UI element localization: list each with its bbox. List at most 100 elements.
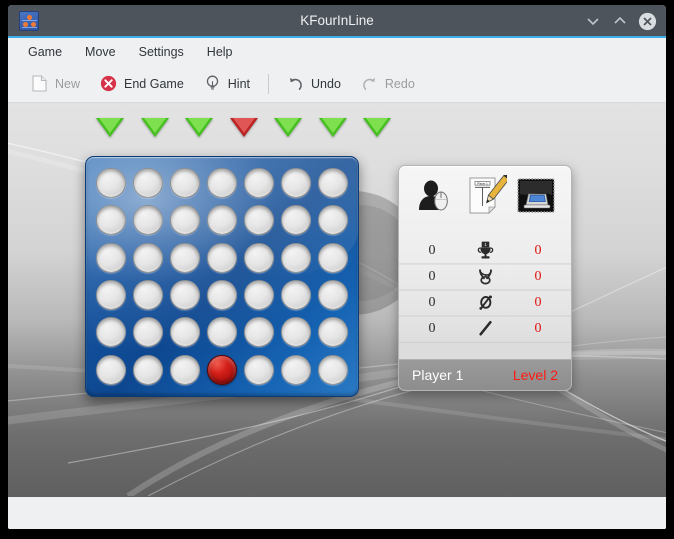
board-cell-r1-c4[interactable] [205,166,240,200]
board-cell-r1-c6[interactable] [278,166,313,200]
title-bar: KFourInLine [8,5,666,38]
board-cell-r4-c1[interactable] [94,278,129,312]
board-cell-r4-c5[interactable] [241,278,276,312]
score-row-breaks: 0 0 [399,316,571,342]
redo-label: Redo [384,76,415,91]
current-player-label: Player 1 [412,367,464,383]
empty-slot [206,317,237,348]
drop-arrow-column-4[interactable] [229,118,258,137]
redo-button[interactable]: Redo [352,71,424,96]
close-icon[interactable] [638,12,657,30]
score-losses-right: 0 [534,294,542,310]
end-game-button[interactable]: End Game [91,71,193,96]
toolbar-separator [268,73,270,94]
board-cell-r2-c1[interactable] [94,203,129,237]
board-cell-r1-c2[interactable] [131,166,166,200]
board-cell-r1-c7[interactable] [315,166,350,200]
board-cell-r2-c3[interactable] [168,203,203,237]
score-row-wins: 0 1 0 [399,238,571,264]
board-cell-r6-c6[interactable] [278,353,313,387]
board-cell-r5-c6[interactable] [278,315,313,349]
board-cell-r2-c7[interactable] [315,203,350,237]
board-cell-r6-c7[interactable] [315,353,350,387]
board-cell-r6-c4[interactable] [205,353,240,387]
human-player-icon [414,176,454,216]
new-game-button[interactable]: New [22,71,89,96]
menu-item-settings[interactable]: Settings [129,41,194,63]
board-cell-r4-c4[interactable] [205,278,240,312]
score-breaks-right: 0 [534,320,542,336]
board-cell-r4-c7[interactable] [315,278,350,312]
board-cell-r4-c6[interactable] [278,278,313,312]
board-cell-r3-c7[interactable] [315,241,350,275]
board-cell-r2-c5[interactable] [241,203,276,237]
empty-slot [170,354,201,385]
drop-arrow-column-2[interactable] [140,118,169,137]
application-window: KFourInLine Game Move Settings Help New … [8,5,666,529]
empty-slot [96,280,127,311]
board-cell-r5-c1[interactable] [94,315,129,349]
empty-slot [133,354,164,385]
hint-button[interactable]: Hint [195,71,259,96]
drop-arrow-column-6[interactable] [318,118,347,137]
board-cell-r6-c1[interactable] [94,353,129,387]
empty-slot [96,317,127,348]
board-cell-r3-c3[interactable] [168,241,203,275]
board-cell-r5-c3[interactable] [168,315,203,349]
empty-slot [280,354,311,385]
kfourinline-app-icon [19,10,39,31]
menu-item-help[interactable]: Help [197,41,243,63]
new-document-icon [31,75,48,92]
empty-slot [170,205,201,236]
board-cell-r4-c2[interactable] [131,278,166,312]
empty-slot [133,280,164,311]
menu-item-move[interactable]: Move [75,41,126,63]
score-row-draws: 0 0 [399,264,571,290]
board-cell-r1-c5[interactable] [241,166,276,200]
drop-arrow-column-3[interactable] [185,118,213,137]
board-cell-r6-c2[interactable] [131,353,166,387]
empty-slot [96,205,127,236]
score-losses-left: 0 [428,294,436,310]
game-board[interactable] [85,156,359,397]
board-cell-r6-c3[interactable] [168,353,203,387]
board-cell-r1-c3[interactable] [168,166,203,200]
empty-slot [280,242,311,273]
score-rows: 0 1 0 0 0 0 0 0 0 [399,222,571,359]
board-cell-r2-c4[interactable] [205,203,240,237]
board-cell-r1-c1[interactable] [94,166,129,200]
end-game-label: End Game [124,76,184,91]
board-cell-r3-c2[interactable] [131,241,166,275]
board-cell-r4-c3[interactable] [168,278,203,312]
score-panel-header: Player 1 [399,166,571,222]
empty-slot [206,242,237,273]
drop-arrow-column-5[interactable] [274,118,302,137]
undo-button[interactable]: Undo [278,71,350,96]
window-title: KFourInLine [300,13,374,28]
minimize-icon[interactable] [584,12,602,30]
board-cell-r2-c2[interactable] [131,203,166,237]
board-cell-r3-c5[interactable] [241,241,276,275]
board-cell-r3-c1[interactable] [94,241,129,275]
empty-slot [170,242,201,273]
board-cell-r3-c4[interactable] [205,241,240,275]
loss-icon [465,293,505,312]
board-cell-r3-c6[interactable] [278,241,313,275]
empty-slot [206,280,237,311]
drop-arrow-column-1[interactable] [96,118,124,137]
board-cell-r5-c4[interactable] [205,315,240,349]
window-controls [584,12,657,30]
drop-arrow-column-7[interactable] [363,118,391,137]
board-cell-r6-c5[interactable] [241,353,276,387]
board-cell-r5-c7[interactable] [315,315,350,349]
score-panel-footer: Player 1 Level 2 [399,359,571,390]
maximize-icon[interactable] [611,12,629,30]
empty-slot [280,205,311,236]
board-cell-r5-c5[interactable] [241,315,276,349]
menu-item-game[interactable]: Game [18,41,72,63]
redo-arrow-icon [361,75,378,92]
board-cell-r5-c2[interactable] [131,315,166,349]
board-cell-r2-c6[interactable] [278,203,313,237]
empty-slot [317,280,348,311]
empty-slot [280,168,311,199]
